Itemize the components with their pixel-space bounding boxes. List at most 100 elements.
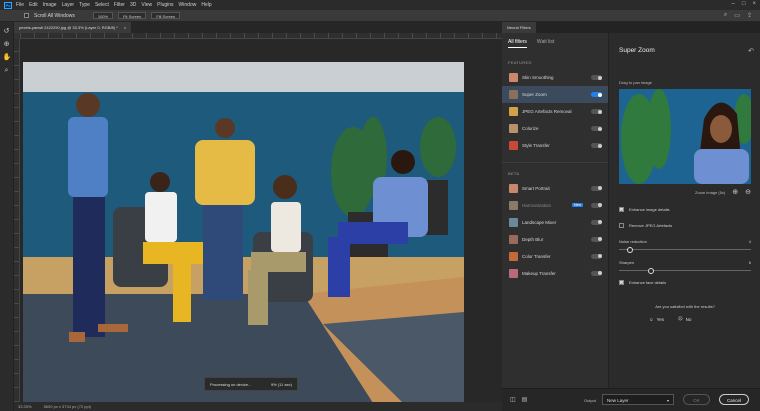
filter-toggle[interactable] [591,109,602,114]
menu-view[interactable]: View [141,2,152,8]
noise-reduction-label-row: Noise reduction 4 [619,239,751,244]
filter-skin-smoothing[interactable]: Skin Smoothing [502,69,608,86]
move-tool-icon[interactable]: ⊕ [3,41,11,49]
filter-makeup-transfer[interactable]: Makeup Transfer [502,265,608,282]
sharpen-knob[interactable] [647,267,654,274]
enhance-face-checkbox[interactable]: ✓ [619,280,624,286]
menu-image[interactable]: Image [43,2,57,8]
menu-type[interactable]: Type [79,2,90,8]
zoom-preview[interactable] [619,89,751,184]
footer-icons: ◫ ▤ [510,396,527,403]
filter-label: Skin Smoothing [522,75,554,80]
remove-jpeg-row[interactable]: Remove JPEG Artefacts [619,223,672,228]
filter-toggle[interactable] [591,236,602,242]
yes-option[interactable]: ☺ Yes [649,316,664,322]
filter-style-transfer[interactable]: Style Transfer [502,137,608,154]
filter-label: Makeup Transfer [522,270,556,276]
fit-screen-button[interactable]: Fit Screen [118,12,147,19]
remove-jpeg-checkbox[interactable] [619,223,624,228]
zoom-in-icon[interactable]: ⊕ [732,188,738,196]
hand-tool-icon[interactable]: ✋ [3,54,12,62]
enhance-face-row[interactable]: ✓ Enhance face details [619,280,667,286]
feedback-options: ☺ Yes ☹ No [649,316,691,322]
document-tab[interactable]: pexels-yanwli 2422290.jpg @ 33.3% (Layer… [14,22,132,33]
ok-button[interactable]: OK [683,394,710,405]
panel-title: Neural Filters [502,22,536,33]
filter-toggle[interactable] [591,75,602,80]
filter-color-transfer[interactable]: Color Transfer [502,248,608,265]
menu-file[interactable]: File [16,2,24,8]
share-icon[interactable]: ⇪ [747,12,752,19]
filter-toggle[interactable] [591,202,602,208]
filter-super-zoom[interactable]: Super Zoom [502,86,608,103]
filter-colorize[interactable]: Colorize [502,120,608,137]
zoom-out-icon[interactable]: ⊖ [745,188,751,196]
close-icon[interactable]: × [752,1,756,7]
enhance-details-row[interactable]: ✓ Enhance image details [619,207,669,213]
harmonization-thumbnail-icon [509,200,518,210]
no-option[interactable]: ☹ No [678,316,691,322]
filter-list: All filters Wait list FEATURED Skin Smoo… [502,33,609,388]
filter-jpeg-artefacts-removal[interactable]: JPEG Artefacts Removal [502,103,608,120]
menu-edit[interactable]: Edit [29,2,38,8]
filter-toggle[interactable] [591,253,602,259]
thumbs-up-icon: ☺ [649,316,654,322]
search-icon[interactable]: ⌕ [724,12,727,19]
history-brush-icon[interactable]: ↺ [3,28,11,36]
processing-progress: 9% (11 sec) [270,381,292,387]
reset-icon[interactable]: ↶ [748,47,754,55]
zoom-tool-icon[interactable]: ⌕ [3,67,11,75]
filter-label: Landscape Mixer [522,219,557,225]
cancel-button[interactable]: Cancel [719,394,749,405]
filter-toggle[interactable] [591,270,602,276]
preview-image [619,89,751,184]
compare-icon[interactable]: ◫ [510,396,516,403]
sharpen-slider[interactable] [619,267,751,274]
tools-panel: ↺ ⊕ ✋ ⌕ [0,22,14,411]
menu-help[interactable]: Help [201,2,211,8]
enhance-face-label: Enhance face details [629,280,667,285]
filter-toggle[interactable] [591,92,602,97]
zoom-field[interactable]: 100% [92,12,114,19]
workspace-icon[interactable]: ▭ [734,12,740,19]
makeup-transfer-thumbnail-icon [509,268,518,278]
minimize-icon[interactable]: – [732,1,735,7]
zoom-status[interactable]: 33.33% [18,404,32,409]
filter-depth-blur[interactable]: Depth Blur [502,231,608,248]
processing-label: Processing on device... [210,381,252,387]
filter-toggle[interactable] [591,219,602,225]
filter-toggle[interactable] [591,185,602,191]
document-image[interactable] [23,62,464,403]
scroll-all-checkbox[interactable] [24,13,29,18]
layers-icon[interactable]: ▤ [522,396,528,403]
menu-window[interactable]: Window [179,2,197,8]
menu-layer[interactable]: Layer [62,2,75,8]
menu-3d[interactable]: 3D [130,2,136,8]
tab-wait-list[interactable]: Wait list [537,39,554,48]
noise-reduction-value: 4 [748,239,751,244]
doc-info[interactable]: 5600 px x 3734 px (72 ppi) [44,404,91,409]
noise-reduction-slider[interactable] [619,246,751,253]
filter-landscape-mixer[interactable]: Landscape Mixer [502,214,608,231]
filter-harmonization[interactable]: Harmonization New [502,197,608,214]
noise-reduction-label: Noise reduction [619,239,647,244]
fill-screen-button[interactable]: Fill Screen [151,12,181,19]
maximize-icon[interactable]: □ [742,1,746,7]
noise-reduction-knob[interactable] [626,246,633,253]
filter-tabs: All filters Wait list [502,33,608,48]
tab-close-icon[interactable]: × [124,22,126,33]
menu-select[interactable]: Select [95,2,109,8]
tab-all-filters[interactable]: All filters [508,39,527,48]
filter-toggle[interactable] [591,126,602,131]
filter-toggle[interactable] [591,143,602,148]
filter-smart-portrait[interactable]: Smart Portrait [502,180,608,197]
output-select[interactable]: New Layer ▾ [602,394,674,405]
enhance-details-checkbox[interactable]: ✓ [619,207,624,213]
filter-label: Smart Portrait [522,185,550,191]
menu-plugins[interactable]: Plugins [157,2,173,8]
menu-filter[interactable]: Filter [114,2,125,8]
office-photo [23,62,464,403]
window-controls: – □ × [732,1,756,7]
options-right: ⌕ ▭ ⇪ [724,12,752,19]
document-tab-title: pexels-yanwli 2422290.jpg @ 33.3% (Layer… [19,25,118,30]
